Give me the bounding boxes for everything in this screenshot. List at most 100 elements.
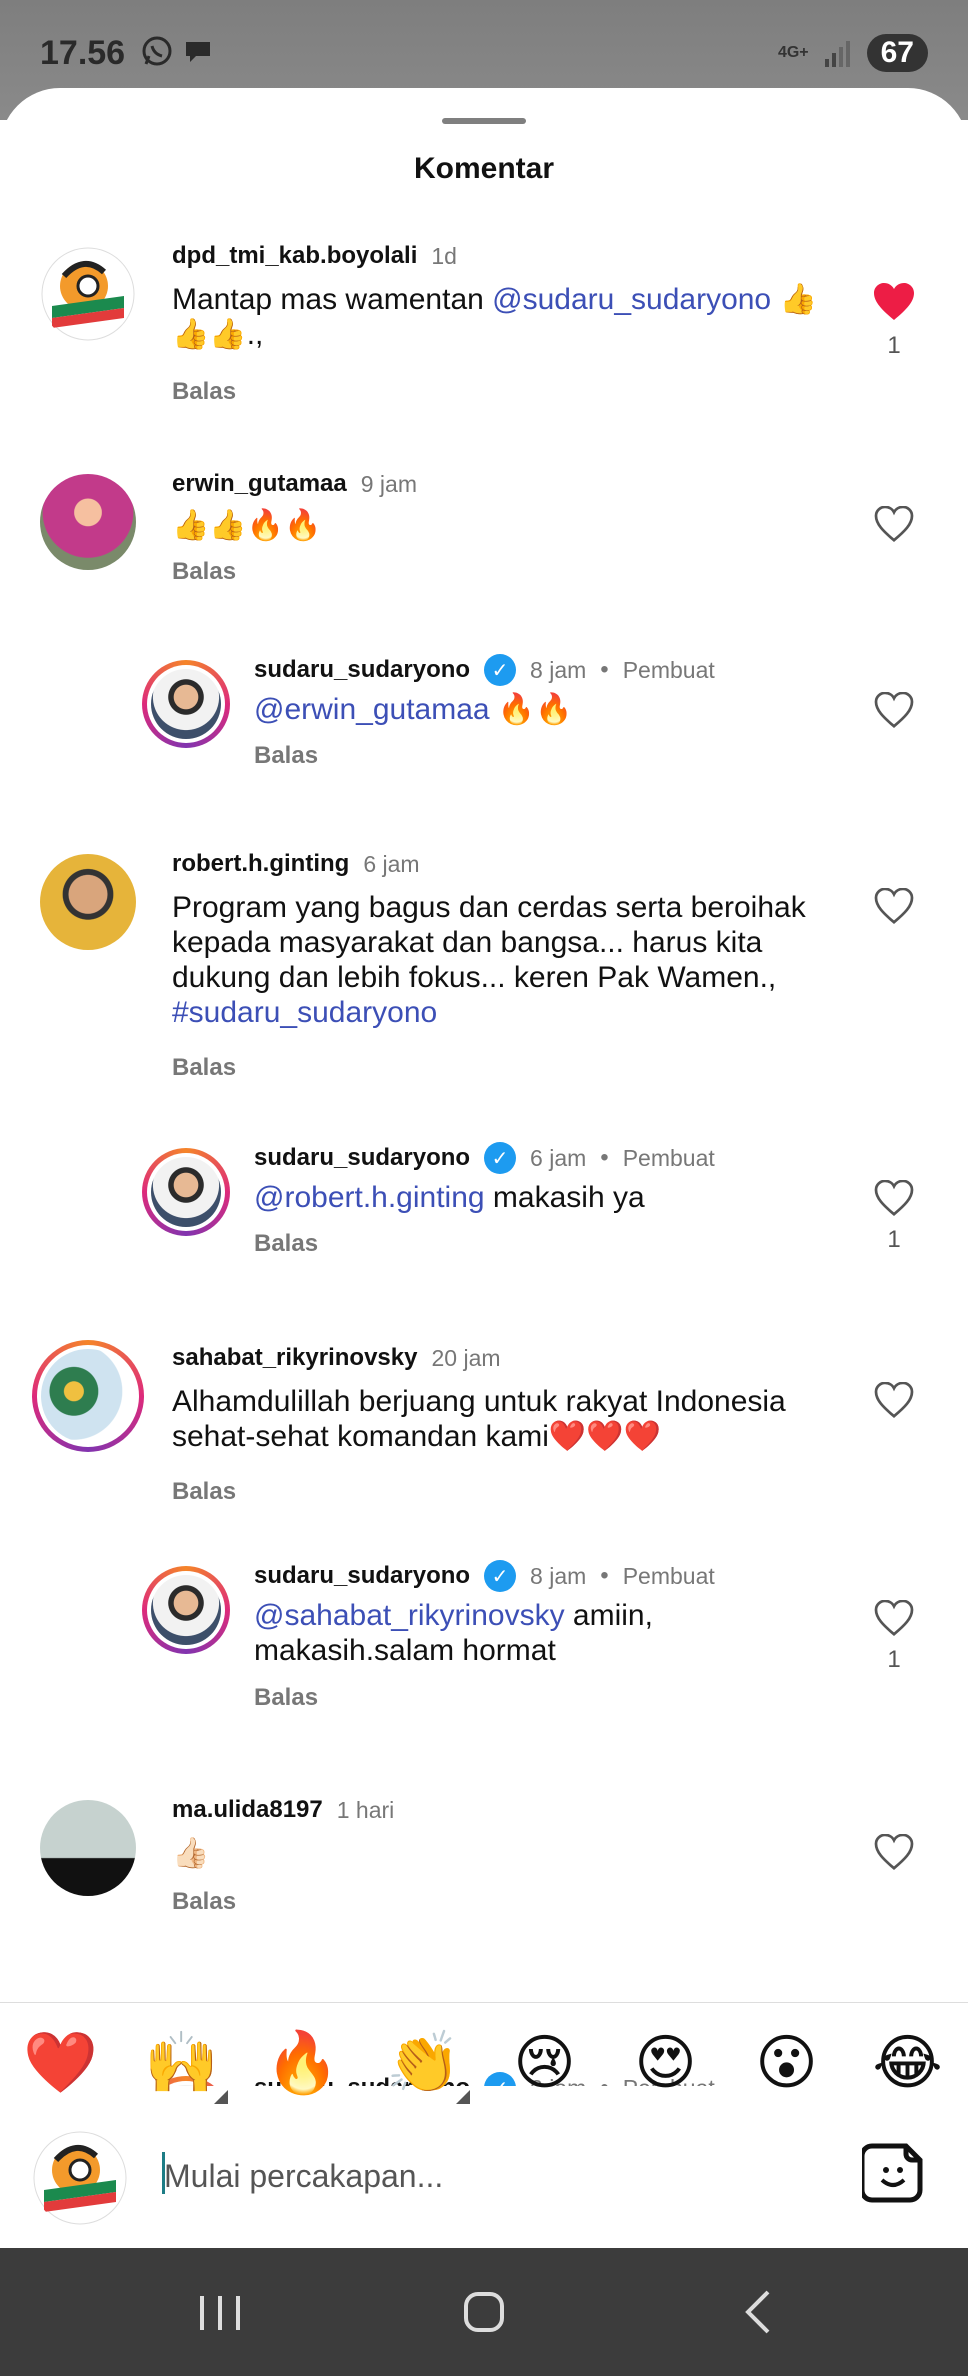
- comment-text: 👍🏻: [172, 1837, 210, 1870]
- comment-text: @sahabat_rikyrinovsky amiin, makasih.sal…: [254, 1598, 674, 1668]
- comment-username[interactable]: ma.ulida8197: [172, 1796, 323, 1824]
- reaction-crying[interactable]: 😢: [505, 2028, 585, 2098]
- creator-label: Pembuat: [622, 656, 715, 683]
- reaction-laughing[interactable]: 😂: [868, 2028, 948, 2098]
- avatar[interactable]: [40, 246, 136, 342]
- comment-composer: [0, 2122, 968, 2248]
- mention-link[interactable]: @erwin_gutamaa: [254, 693, 490, 726]
- reply-button[interactable]: Balas: [172, 1054, 236, 1082]
- reply-button[interactable]: Balas: [172, 1888, 236, 1916]
- own-avatar: [32, 2130, 128, 2226]
- comment-input[interactable]: [162, 2150, 766, 2202]
- sheet-drag-handle[interactable]: [442, 118, 526, 124]
- like-heart-icon[interactable]: [872, 1830, 916, 1874]
- mention-link[interactable]: @sudaru_sudaryono: [492, 283, 771, 316]
- reply-button[interactable]: Balas: [254, 742, 318, 770]
- reaction-fire[interactable]: 🔥: [263, 2028, 343, 2098]
- home-icon[interactable]: [454, 2284, 514, 2340]
- comment-meta: sudaru_sudaryono ✓ 6 jam • Pembuat: [254, 1142, 715, 1174]
- status-right: 4G+ 67: [778, 34, 928, 72]
- comment-username[interactable]: sahabat_rikyrinovsky: [172, 1344, 417, 1372]
- reaction-heart[interactable]: ❤️: [21, 2028, 101, 2098]
- creator-label: Pembuat: [622, 1144, 715, 1171]
- comment-text: 👍👍🔥🔥: [172, 509, 322, 542]
- comment-text: Alhamdulillah berjuang untuk rakyat Indo…: [172, 1385, 786, 1453]
- separator-dot: •: [600, 1144, 609, 1171]
- creator-label: Pembuat: [622, 1562, 715, 1589]
- comment-username[interactable]: sudaru_sudaryono: [254, 1562, 470, 1590]
- comment-text: Mantap mas wamentan @sudaru_sudaryono 👍👍…: [172, 282, 852, 352]
- recent-apps-icon[interactable]: [190, 2284, 250, 2340]
- comment-time: 1d: [431, 242, 457, 269]
- comment-meta: erwin_gutamaa 9 jam: [172, 470, 417, 498]
- comment-meta: sahabat_rikyrinovsky 20 jam: [172, 1344, 501, 1372]
- like-heart-icon[interactable]: [872, 280, 916, 324]
- comment-username[interactable]: sudaru_sudaryono: [254, 656, 470, 684]
- like-heart-icon[interactable]: [872, 688, 916, 732]
- reaction-clap[interactable]: 👏: [384, 2028, 470, 2104]
- hashtag-link[interactable]: #sudaru_sudaryono: [172, 996, 437, 1029]
- verified-badge-icon: ✓: [484, 1142, 517, 1174]
- comment-meta: sudaru_sudaryono ✓ 8 jam • Pembuat: [254, 654, 715, 686]
- battery-level: 67: [866, 34, 928, 72]
- sticker-icon[interactable]: [862, 2142, 924, 2204]
- comment-username[interactable]: dpd_tmi_kab.boyolali: [172, 242, 417, 270]
- comment-time: 8 jam: [530, 656, 587, 683]
- reaction-clap-glyph: 👏: [386, 2029, 461, 2096]
- avatar[interactable]: [40, 854, 136, 950]
- like-heart-icon[interactable]: [872, 1378, 916, 1422]
- skin-tone-indicator-icon: [455, 2090, 470, 2104]
- reaction-heart-eyes[interactable]: 😍: [626, 2028, 706, 2098]
- sheet-title: Komentar: [413, 152, 555, 185]
- reply-button[interactable]: Balas: [254, 1684, 318, 1712]
- comment-text-plain: Mantap mas wamentan: [172, 283, 493, 316]
- like-heart-icon[interactable]: [872, 1596, 916, 1640]
- comment-username[interactable]: sudaru_sudaryono: [254, 1144, 470, 1172]
- comment-username[interactable]: robert.h.ginting: [172, 850, 349, 878]
- comment-text-after: 🔥🔥: [489, 693, 573, 726]
- avatar[interactable]: [32, 1340, 144, 1452]
- comment-list[interactable]: dpd_tmi_kab.boyolali 1d Mantap mas wamen…: [0, 236, 968, 2086]
- comment-meta: robert.h.ginting 6 jam: [172, 850, 420, 878]
- avatar[interactable]: [40, 1800, 136, 1896]
- comment-time: 9 jam: [360, 470, 417, 497]
- comment-text-after: makasih ya: [484, 1181, 645, 1214]
- verified-badge-icon: ✓: [484, 654, 517, 686]
- comment-username[interactable]: erwin_gutamaa: [172, 470, 347, 498]
- reaction-raised-hands[interactable]: 🙌: [142, 2028, 228, 2104]
- comment-text: @erwin_gutamaa 🔥🔥: [254, 692, 854, 727]
- reaction-raised-hands-glyph: 🙌: [144, 2029, 219, 2096]
- notification-icons: [140, 34, 216, 68]
- avatar[interactable]: [142, 1148, 230, 1236]
- like-count: 1: [887, 1646, 901, 1673]
- reply-button[interactable]: Balas: [172, 378, 236, 406]
- comment-text: Program yang bagus dan cerdas serta bero…: [172, 890, 852, 1030]
- like-heart-icon[interactable]: [872, 502, 916, 546]
- avatar[interactable]: [40, 474, 136, 570]
- message-icon: [186, 42, 210, 62]
- verified-badge-icon: ✓: [484, 1560, 517, 1592]
- back-icon[interactable]: [730, 2284, 790, 2340]
- comment-time: 6 jam: [363, 850, 420, 877]
- avatar[interactable]: [142, 1566, 230, 1654]
- signal-icon: [824, 41, 850, 67]
- reply-button[interactable]: Balas: [254, 1230, 318, 1258]
- comment-meta: sudaru_sudaryono ✓ 8 jam • Pembuat: [254, 1560, 715, 1592]
- whatsapp-icon: [142, 36, 172, 66]
- mention-link[interactable]: @sahabat_rikyrinovsky: [254, 1599, 565, 1632]
- separator-dot: •: [600, 656, 609, 683]
- reply-button[interactable]: Balas: [172, 558, 236, 586]
- like-heart-icon[interactable]: [872, 1176, 916, 1220]
- comment-time: 6 jam: [530, 1144, 587, 1171]
- like-count: 1: [887, 1226, 901, 1253]
- avatar[interactable]: [142, 660, 230, 748]
- reaction-surprised[interactable]: 😮: [747, 2028, 827, 2098]
- like-heart-icon[interactable]: [872, 884, 916, 928]
- mention-link[interactable]: @robert.h.ginting: [254, 1181, 485, 1214]
- comment-time: 8 jam: [530, 1562, 587, 1589]
- comment-text-plain: Program yang bagus dan cerdas serta bero…: [172, 891, 806, 994]
- system-navigation-bar: [0, 2248, 968, 2376]
- reply-button[interactable]: Balas: [172, 1478, 236, 1506]
- network-type: 4G+: [777, 44, 809, 61]
- status-time: 17.56: [40, 34, 126, 72]
